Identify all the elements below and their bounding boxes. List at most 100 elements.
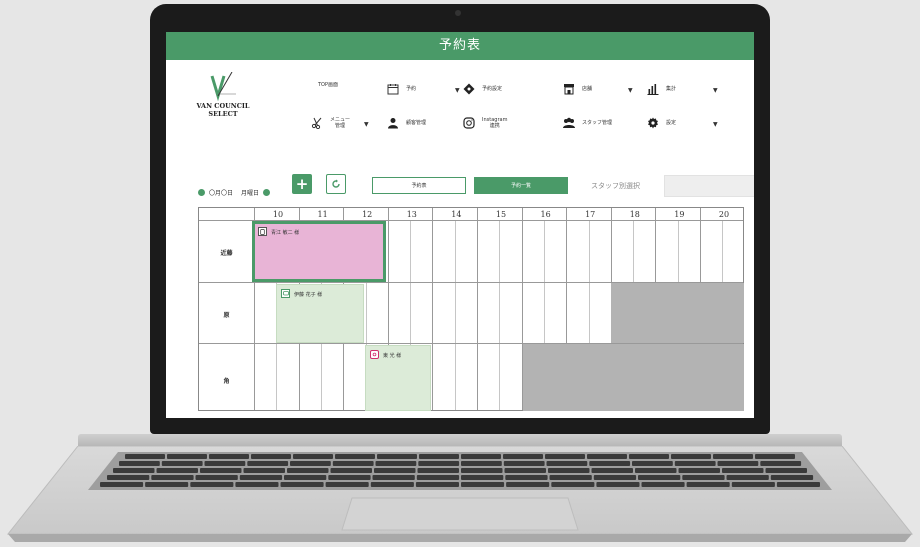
staff-select-label: スタッフ別選択: [591, 182, 640, 190]
menu-item-top[interactable]: TOP画面: [318, 82, 338, 88]
menu-item-label: 集計: [666, 86, 677, 92]
unavailable-block-hara: [611, 283, 744, 343]
unavailable-block-sumi: [523, 344, 744, 411]
keyboard-key: [243, 468, 285, 473]
keyboard-key: [545, 454, 585, 459]
hour-label: 14: [451, 210, 462, 219]
menu-item-label: 予約設定: [482, 86, 503, 92]
keyboard-key: [415, 482, 459, 487]
hour-divider: [477, 208, 478, 410]
keyboard-key: [417, 468, 459, 473]
tab-reservation-table[interactable]: 予約表: [372, 177, 466, 194]
keyboard-key: [167, 454, 207, 459]
keyboard-key: [717, 461, 759, 466]
keyboard-key: [760, 461, 802, 466]
keyboard-key: [461, 482, 505, 487]
phone-icon: [258, 227, 267, 236]
half-hour-divider: [499, 220, 501, 410]
menu-item-stats[interactable]: 集計: [646, 82, 676, 96]
instagram-icon: [462, 116, 476, 130]
date-navigator: 〇月〇日 月曜日: [198, 188, 271, 197]
keyboard-key: [161, 461, 203, 466]
tab-reservation-list[interactable]: 予約一覧: [474, 177, 568, 194]
van-council-logo-icon: [210, 72, 236, 102]
keyboard-key: [418, 461, 460, 466]
store-icon: [562, 82, 576, 96]
booking-block-selected[interactable]: 青江 敏二 様: [252, 221, 386, 282]
calendar-icon: [386, 82, 400, 96]
keyboard-key: [330, 468, 372, 473]
hour-label: 12: [362, 210, 373, 219]
keyboard-key: [503, 454, 543, 459]
menu-item-reserve-settings[interactable]: 予約設定: [462, 82, 502, 96]
keyboard-key: [593, 475, 637, 480]
menu-item-customer[interactable]: 顧客管理: [386, 116, 426, 130]
hour-label: 20: [718, 210, 730, 219]
booking-block[interactable]: 伊藤 花子 様: [276, 284, 364, 343]
menu-item-reserve[interactable]: 予約: [386, 82, 416, 96]
keyboard-key: [678, 468, 720, 473]
keyboard-key: [726, 475, 769, 480]
next-day-button[interactable]: [263, 189, 271, 196]
half-hour-divider: [454, 220, 456, 410]
keyboard-key: [107, 475, 150, 480]
laptop-hinge: [78, 434, 842, 446]
camera: [455, 10, 461, 16]
menu-item-staff[interactable]: スタッフ管理: [562, 116, 612, 130]
schedule-grid: 伊藤 花子 様 東 光 様 青江 敏二 様 10 11 12 13 14 15 16 17 18…: [198, 207, 744, 411]
keyboard-key: [765, 468, 807, 473]
keyboard-key: [119, 461, 160, 466]
keyboard-key: [280, 482, 324, 487]
current-date: 〇月〇日: [209, 190, 234, 197]
dropdown-caret-icon[interactable]: ▼: [713, 121, 718, 128]
keyboard-key: [200, 468, 242, 473]
keyboard-key: [251, 454, 291, 459]
keyboard-key: [686, 482, 730, 487]
refresh-button[interactable]: [326, 174, 346, 194]
keyboard-key: [328, 475, 371, 480]
booking-customer-name: 伊藤 花子 様: [294, 292, 323, 298]
menu-item-label: 顧客管理: [406, 120, 427, 126]
hour-label: 18: [629, 210, 640, 219]
booking-block[interactable]: 東 光 様: [365, 345, 431, 411]
dropdown-caret-icon[interactable]: ▼: [628, 87, 633, 94]
laptop-base: [0, 446, 920, 547]
keyboard-key: [505, 475, 548, 480]
keyboard-key: [370, 482, 414, 487]
keyboard-key: [372, 475, 415, 480]
keyboard-key: [416, 475, 460, 480]
keyboard-key: [503, 461, 545, 466]
staff-select[interactable]: ▾: [664, 175, 754, 197]
menu-item-settings[interactable]: 設定: [646, 116, 676, 130]
prev-day-button[interactable]: [198, 189, 205, 196]
keyboard-key: [770, 475, 814, 480]
keyboard-key: [504, 468, 546, 473]
menu-item-store[interactable]: 店舗: [562, 82, 592, 96]
keyboard-key: [722, 468, 764, 473]
dropdown-caret-icon[interactable]: ▼: [713, 87, 718, 94]
keyboard-key: [731, 482, 775, 487]
staff-row-label: 近藤: [220, 250, 233, 257]
menu-item-menu-mgmt[interactable]: メニュー 管理: [310, 116, 350, 130]
menu-item-label: Instagram 連携: [482, 117, 508, 129]
add-reservation-button[interactable]: +: [292, 174, 312, 194]
keyboard-key: [638, 475, 681, 480]
keyboard-key: [671, 454, 711, 459]
keyboard-key: [156, 468, 198, 473]
keyboard-key: [461, 468, 503, 473]
logo: VAN COUNCIL SELECT: [178, 72, 268, 118]
bar-chart-icon: [646, 82, 660, 96]
keyboard-key: [419, 454, 459, 459]
dropdown-caret-icon[interactable]: ▼: [455, 87, 460, 94]
hour-label: 13: [406, 210, 417, 219]
keyboard-key: [335, 454, 375, 459]
keyboard-key: [461, 461, 502, 466]
keyboard-key: [549, 475, 592, 480]
keyboard-key: [293, 454, 333, 459]
keyboard-key: [548, 468, 590, 473]
keyboard-key: [461, 475, 504, 480]
booking-customer-name: 東 光 様: [383, 353, 402, 359]
menu-item-label: 予約: [406, 86, 417, 92]
dropdown-caret-icon[interactable]: ▼: [364, 121, 369, 128]
menu-item-instagram[interactable]: Instagram 連携: [462, 116, 507, 130]
